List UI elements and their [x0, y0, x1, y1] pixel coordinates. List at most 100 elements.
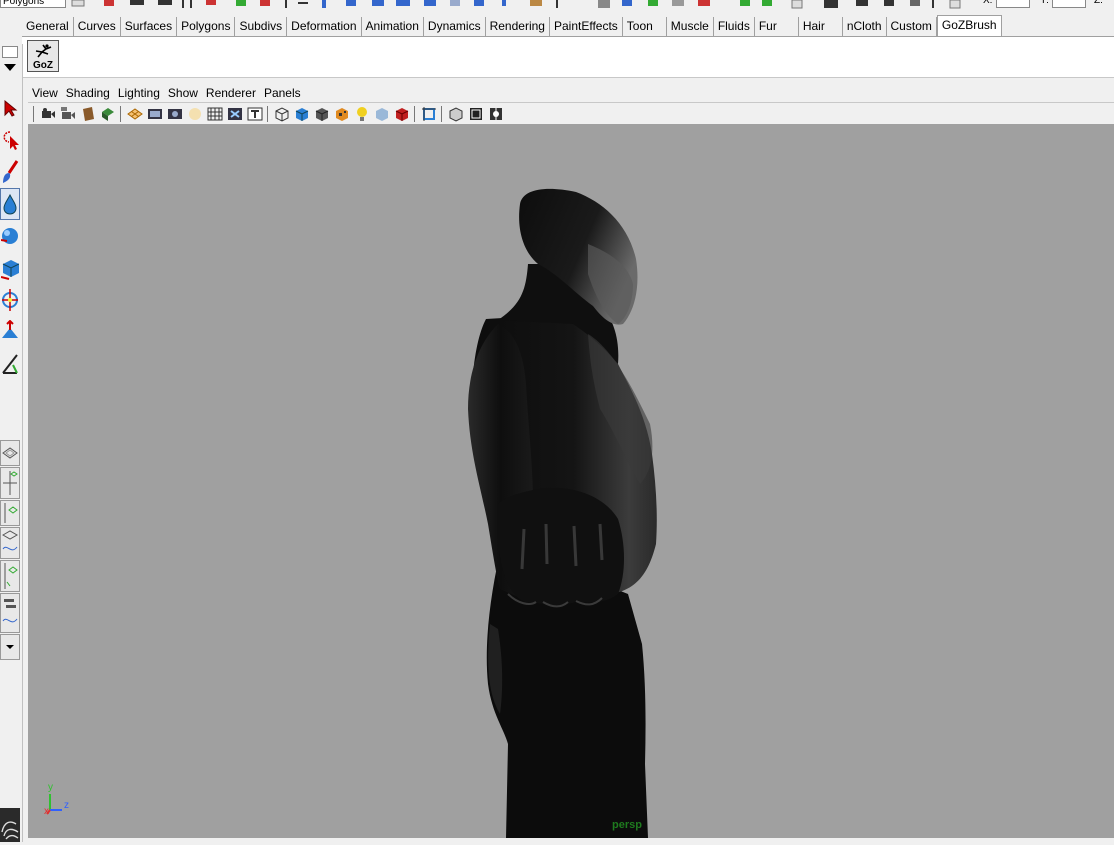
tab-painteffects[interactable]: PaintEffects	[550, 17, 623, 36]
safe-title-button[interactable]	[246, 105, 264, 123]
perspective-viewport[interactable]: y z x persp	[28, 124, 1114, 838]
image-plane-button[interactable]	[99, 105, 117, 123]
persp-outliner-layout-button[interactable]	[0, 500, 20, 526]
lasso-icon	[3, 131, 19, 150]
shelf-menu-arrow-icon[interactable]	[4, 64, 16, 71]
single-perspective-layout-button[interactable]	[0, 440, 20, 466]
dropdown-arrow-icon	[6, 645, 14, 649]
tab-dynamics[interactable]: Dynamics	[424, 17, 486, 36]
xray-components-button[interactable]	[487, 105, 505, 123]
goz-button[interactable]: GoZ	[27, 40, 59, 72]
xray-cube-icon	[449, 106, 463, 122]
tab-surfaces[interactable]: Surfaces	[121, 17, 178, 36]
x-field[interactable]	[996, 0, 1030, 8]
tab-toon[interactable]: Toon	[623, 17, 667, 36]
grid-button[interactable]	[126, 105, 144, 123]
grid-icon	[127, 107, 143, 120]
shelf-editor-icon[interactable]	[2, 46, 18, 58]
status-line-icons[interactable]	[70, 0, 970, 10]
tab-rendering[interactable]: Rendering	[486, 17, 550, 36]
menu-lighting[interactable]: Lighting	[114, 86, 164, 100]
shadow-cube-icon	[376, 107, 388, 121]
menu-renderer[interactable]: Renderer	[202, 86, 260, 100]
shelf-content	[22, 36, 1114, 78]
camera-name-label: persp	[612, 819, 642, 831]
menu-panels[interactable]: Panels	[260, 86, 305, 100]
wireframe-cube-icon	[275, 106, 289, 122]
smooth-shade-button[interactable]	[293, 105, 311, 123]
tab-subdivs[interactable]: Subdivs	[235, 17, 288, 36]
high-quality-button[interactable]	[393, 105, 411, 123]
tab-deformation[interactable]: Deformation	[287, 17, 362, 36]
tab-hair[interactable]: Hair	[799, 17, 843, 36]
xray-joints-icon	[470, 107, 482, 120]
goz-button-label: GoZ	[33, 60, 53, 71]
persp-graph-layout-button[interactable]	[0, 527, 20, 559]
film-gate-icon	[148, 108, 162, 119]
tab-general[interactable]: General	[22, 17, 74, 36]
camera-icon	[42, 107, 55, 118]
universal-manipulator-tool[interactable]	[0, 284, 20, 316]
use-all-lights-button[interactable]	[353, 105, 371, 123]
paint-select-tool[interactable]	[0, 156, 20, 188]
wireframe-button[interactable]	[273, 105, 291, 123]
field-chart-icon	[207, 107, 223, 120]
camera-attributes-button[interactable]	[59, 105, 77, 123]
select-camera-button[interactable]	[39, 105, 57, 123]
tab-gozbrush[interactable]: GoZBrush	[936, 15, 1002, 36]
show-manipulator-tool[interactable]	[0, 348, 20, 380]
xray-button[interactable]	[447, 105, 465, 123]
menu-view[interactable]: View	[28, 86, 62, 100]
maya-logo-icon	[1, 821, 19, 840]
persp-hypergraph-layout-button[interactable]	[0, 560, 20, 592]
gate-mask-icon	[189, 107, 201, 120]
tab-curves[interactable]: Curves	[74, 17, 121, 36]
textured-cube-icon	[336, 107, 348, 121]
resolution-gate-button[interactable]	[166, 105, 184, 123]
scale-tool[interactable]	[0, 252, 20, 284]
layout-menu-button[interactable]	[0, 634, 20, 660]
goz-icon	[35, 44, 52, 58]
mode-selector[interactable]: Polygons	[0, 0, 66, 8]
paint-brush-icon	[3, 160, 19, 183]
y-field[interactable]	[1052, 0, 1086, 8]
bookmarks-button[interactable]	[79, 105, 97, 123]
maya-logo	[0, 808, 20, 842]
film-gate-button[interactable]	[146, 105, 164, 123]
rotate-tool[interactable]	[0, 220, 20, 252]
menu-shading[interactable]: Shading	[62, 86, 114, 100]
xray-joints-button[interactable]	[467, 105, 485, 123]
soft-mod-icon	[2, 320, 18, 338]
menu-show[interactable]: Show	[164, 86, 202, 100]
tab-ncloth[interactable]: nCloth	[843, 17, 887, 36]
tab-fur[interactable]: Fur	[755, 17, 799, 36]
isolate-select-icon	[422, 106, 436, 121]
move-drop-icon	[3, 193, 17, 215]
tab-fluids[interactable]: Fluids	[714, 17, 755, 36]
isolate-select-button[interactable]	[420, 105, 438, 123]
shadows-button[interactable]	[373, 105, 391, 123]
tab-animation[interactable]: Animation	[362, 17, 424, 36]
figure-model[interactable]	[28, 124, 1114, 838]
textured-button[interactable]	[333, 105, 351, 123]
tab-polygons[interactable]: Polygons	[177, 17, 236, 36]
soft-modification-tool[interactable]	[0, 316, 20, 348]
field-chart-button[interactable]	[206, 105, 224, 123]
four-view-layout-button[interactable]	[0, 467, 20, 499]
image-plane-icon	[102, 107, 114, 121]
default-material-button[interactable]	[313, 105, 331, 123]
tab-muscle[interactable]: Muscle	[667, 17, 714, 36]
layout-graph-outliner-icon	[2, 599, 18, 623]
resolution-gate-icon	[168, 108, 182, 119]
move-tool[interactable]	[0, 188, 20, 220]
layout-perspective-icon	[2, 447, 18, 459]
tab-custom[interactable]: Custom	[887, 17, 937, 36]
x-field-label: X:	[983, 0, 993, 6]
select-tool[interactable]	[0, 92, 20, 124]
persp-graph-outliner-layout-button[interactable]	[0, 593, 20, 633]
manipulator-icon	[2, 289, 18, 311]
gate-mask-button[interactable]	[186, 105, 204, 123]
lasso-tool[interactable]	[0, 124, 20, 156]
safe-action-button[interactable]	[226, 105, 244, 123]
sphere-icon	[1, 228, 18, 244]
